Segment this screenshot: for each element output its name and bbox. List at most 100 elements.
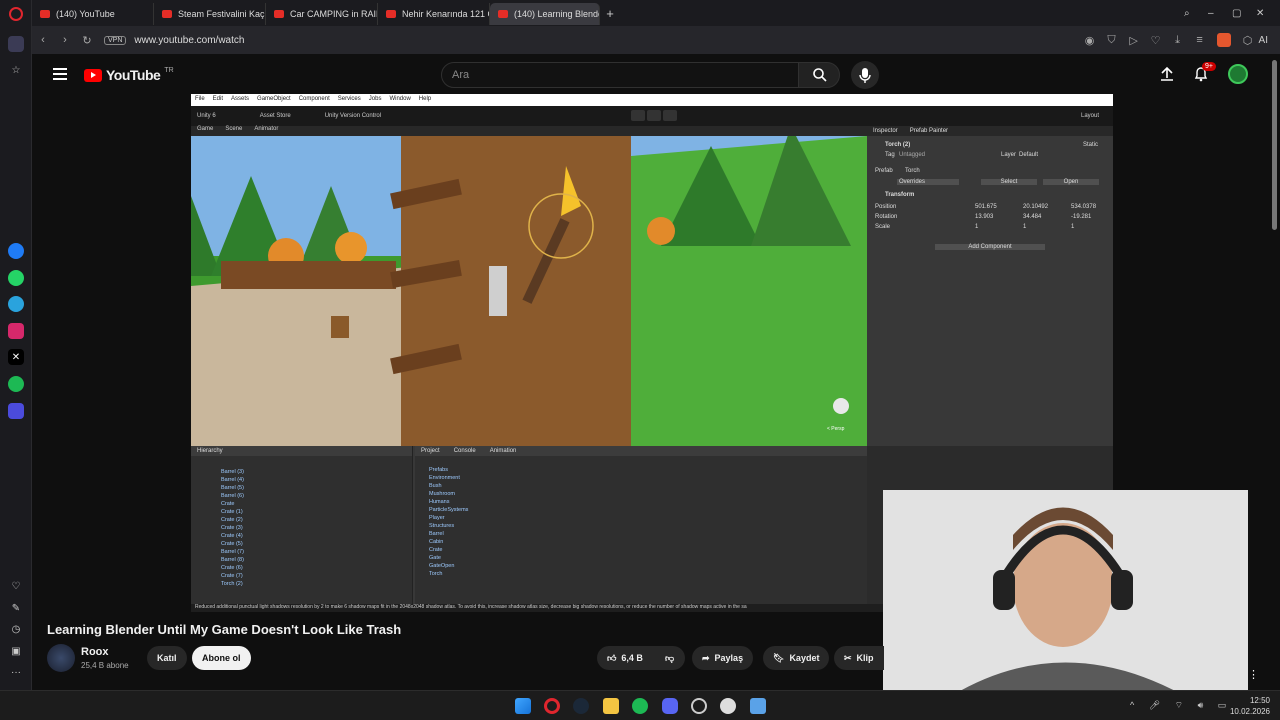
more-icon[interactable]: ··· bbox=[8, 664, 24, 680]
tab-car-camping[interactable]: Car CAMPING in RAIN [ C bbox=[266, 3, 378, 25]
heart-icon[interactable]: ♡ bbox=[8, 578, 24, 594]
search-tabs-icon[interactable]: ⌕ bbox=[1184, 8, 1208, 19]
dislike-button[interactable]: 👎︎ bbox=[657, 646, 685, 670]
hierarchy-list: Barrel (3) Barrel (4) Barrel (5) Barrel (6)… bbox=[191, 456, 412, 588]
unity-hub-icon[interactable] bbox=[750, 698, 766, 714]
home-icon[interactable] bbox=[8, 36, 24, 52]
hierarchy-item: Torch (2) bbox=[221, 581, 243, 587]
vpn-badge[interactable]: VPN bbox=[104, 35, 127, 45]
unity-icon[interactable] bbox=[720, 698, 736, 714]
spotify-icon[interactable] bbox=[8, 376, 24, 392]
download-icon[interactable]: ⤓ bbox=[1167, 34, 1189, 47]
menu-icon[interactable] bbox=[53, 68, 67, 80]
play-icon bbox=[631, 110, 645, 121]
clip-label: Klip bbox=[856, 653, 874, 663]
menu-item: Help bbox=[418, 96, 432, 102]
forward-icon[interactable]: › bbox=[54, 34, 76, 46]
windows-start-icon[interactable] bbox=[515, 698, 531, 714]
scene-illustration bbox=[191, 136, 867, 446]
logo-country: TR bbox=[164, 66, 174, 74]
windows-taskbar: ^ 🎤︎ ⌔ 🔊︎ ▭ 12:50 10.02.2026 bbox=[0, 690, 1280, 720]
chatgpt-icon[interactable] bbox=[691, 698, 707, 714]
clock-date: 10.02.2026 bbox=[1229, 707, 1270, 716]
like-button[interactable]: 👍︎ 6,4 B bbox=[597, 646, 657, 670]
share-label: Paylaş bbox=[714, 653, 744, 663]
open-button: Open bbox=[1043, 179, 1099, 185]
opera-icon[interactable] bbox=[544, 698, 560, 714]
discord-icon[interactable] bbox=[662, 698, 678, 714]
maximize-button[interactable]: ▢ bbox=[1232, 8, 1256, 19]
file-explorer-icon[interactable] bbox=[603, 698, 619, 714]
hierarchy-item: Crate (5) bbox=[221, 541, 243, 547]
menu-icon[interactable]: ≡ bbox=[1189, 34, 1211, 46]
hierarchy-item: Barrel (8) bbox=[221, 557, 244, 563]
voice-search-button[interactable] bbox=[851, 61, 879, 89]
history-icon[interactable]: ◷ bbox=[8, 621, 24, 637]
hierarchy-item: Barrel (3) bbox=[221, 469, 244, 475]
join-button[interactable]: Katıl bbox=[147, 646, 187, 670]
back-icon[interactable]: ‹ bbox=[32, 34, 54, 46]
address-bar: ‹ › ↻ VPN www.youtube.com/watch ◉ ⛉ ▷ ♡ … bbox=[32, 26, 1280, 54]
hierarchy-item: Barrel (6) bbox=[221, 493, 244, 499]
x-icon[interactable]: ✕ bbox=[8, 349, 24, 365]
notification-count-badge: 9+ bbox=[1202, 62, 1216, 71]
unity-version-label: Unity 6 bbox=[197, 113, 216, 119]
channel-avatar[interactable] bbox=[47, 644, 75, 672]
whatsapp-icon[interactable] bbox=[8, 270, 24, 286]
instagram-icon[interactable] bbox=[8, 323, 24, 339]
prefab-value: Torch bbox=[905, 168, 920, 174]
page-scrollbar[interactable] bbox=[1272, 60, 1277, 230]
player-icon[interactable] bbox=[8, 403, 24, 419]
layout-label: Layout bbox=[1080, 113, 1099, 119]
steam-icon[interactable] bbox=[573, 698, 589, 714]
bookmark-icon: 🔖︎ bbox=[773, 653, 785, 663]
tab-youtube[interactable]: (140) YouTube bbox=[32, 3, 154, 25]
minimize-button[interactable]: – bbox=[1208, 8, 1232, 19]
hierarchy-item: Barrel (5) bbox=[221, 485, 244, 491]
subscribe-button[interactable]: Abone ol bbox=[192, 646, 251, 670]
opera-logo-icon[interactable] bbox=[9, 7, 23, 21]
tray-icons[interactable]: ^ 🎤︎ ⌔ 🔊︎ ▭ bbox=[1130, 700, 1232, 711]
scene-tabs: Game Scene Animator bbox=[191, 126, 867, 136]
upload-icon[interactable] bbox=[1159, 66, 1175, 82]
webcam-overlay bbox=[883, 490, 1248, 695]
new-tab-button[interactable]: + bbox=[600, 6, 620, 21]
edit-icon[interactable]: ✎ bbox=[8, 600, 24, 616]
telegram-icon[interactable] bbox=[8, 296, 24, 312]
account-avatar[interactable] bbox=[1228, 64, 1248, 84]
search-input[interactable]: Ara bbox=[441, 62, 799, 88]
ai-button[interactable]: AI bbox=[1259, 35, 1268, 46]
system-clock[interactable]: 12:50 10.02.2026 bbox=[1230, 695, 1270, 717]
tab-nehir[interactable]: Nehir Kenarında 121 Günc bbox=[378, 3, 490, 25]
extensions-icon[interactable]: ⬡ bbox=[1237, 34, 1259, 47]
tab-animation: Animation bbox=[489, 448, 517, 454]
messenger-icon[interactable] bbox=[8, 243, 24, 259]
tab-learning-blender[interactable]: (140) Learning Blende bbox=[490, 3, 600, 25]
shield-icon[interactable]: ⛉ bbox=[1101, 34, 1123, 47]
inspector-panel: Inspector Prefab Painter Torch (2) Stati… bbox=[867, 126, 1113, 446]
youtube-favicon-icon bbox=[162, 10, 172, 18]
play-icon[interactable]: ▷ bbox=[1123, 34, 1145, 47]
clip-button[interactable]: ✂ Klip bbox=[834, 646, 884, 670]
heart-icon[interactable]: ♡ bbox=[1145, 34, 1167, 47]
tab-label: Car CAMPING in RAIN [ C bbox=[290, 9, 377, 19]
tab-bar: (140) YouTube Steam Festivalini Kaçırmal… bbox=[32, 0, 1280, 26]
youtube-logo[interactable]: YouTube TR bbox=[84, 67, 174, 83]
cube-icon[interactable]: ▣ bbox=[8, 643, 24, 659]
star-icon[interactable]: ☆ bbox=[8, 62, 24, 78]
project-item: Bush bbox=[429, 483, 442, 489]
share-button[interactable]: ➦ Paylaş bbox=[692, 646, 754, 670]
close-button[interactable]: ✕ bbox=[1256, 8, 1280, 19]
project-item: Prefabs bbox=[429, 467, 448, 473]
url-field[interactable]: www.youtube.com/watch bbox=[134, 35, 244, 46]
menu-item: Assets bbox=[231, 96, 250, 102]
spotify-icon[interactable] bbox=[632, 698, 648, 714]
channel-name[interactable]: Roox bbox=[81, 646, 109, 658]
search-button[interactable] bbox=[798, 62, 840, 88]
tab-steam[interactable]: Steam Festivalini Kaçırmal bbox=[154, 3, 266, 25]
reload-icon[interactable]: ↻ bbox=[76, 34, 98, 47]
save-button[interactable]: 🔖︎ Kaydet bbox=[763, 646, 830, 670]
profile-icon[interactable] bbox=[1216, 33, 1231, 47]
camera-icon[interactable]: ◉ bbox=[1079, 34, 1101, 47]
more-actions-icon[interactable]: ⋮ bbox=[1248, 668, 1259, 681]
